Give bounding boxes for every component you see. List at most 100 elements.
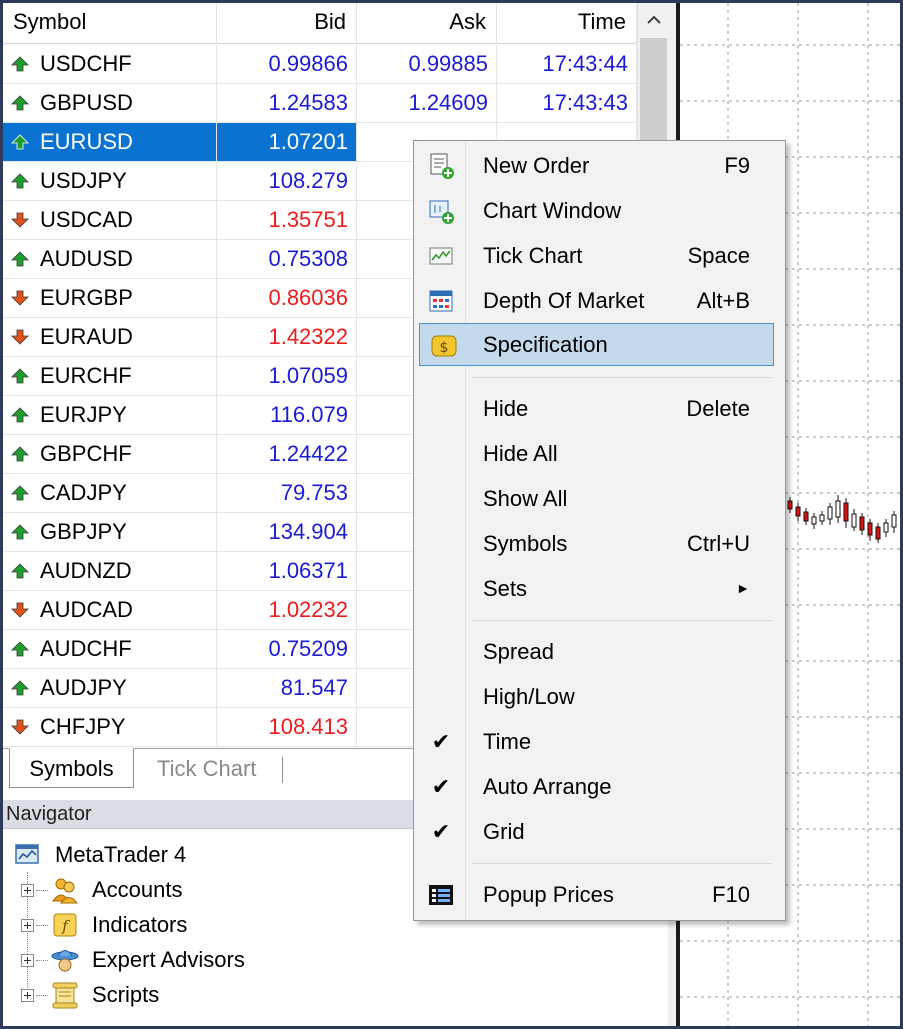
- bid-cell: 0.86036: [217, 279, 357, 317]
- symbol-name: CADJPY: [40, 480, 127, 505]
- menu-item-shortcut: Alt+B: [696, 288, 750, 313]
- navigator-item-scripts[interactable]: Scripts: [21, 979, 159, 1011]
- svg-text:$: $: [440, 340, 449, 356]
- menu-item-high-low[interactable]: High/Low: [417, 675, 774, 718]
- menu-item-hide-all[interactable]: Hide All: [417, 432, 774, 475]
- arrow-down-icon: [11, 212, 29, 228]
- symbol-name: GBPUSD: [40, 90, 133, 115]
- expert-advisors-icon: [51, 950, 79, 972]
- menu-item-label: Depth Of Market: [483, 288, 645, 313]
- menu-item-shortcut: F10: [712, 882, 750, 907]
- symbol-cell[interactable]: GBPJPY: [3, 513, 217, 551]
- symbol-name: AUDUSD: [40, 246, 133, 271]
- menu-separator: [472, 377, 772, 378]
- navigator-item-accounts[interactable]: Accounts: [21, 874, 183, 906]
- symbol-cell[interactable]: GBPCHF: [3, 435, 217, 473]
- scroll-up-arrow-icon[interactable]: [638, 3, 669, 36]
- expand-icon[interactable]: [21, 883, 34, 897]
- symbol-cell[interactable]: GBPUSD: [3, 84, 217, 122]
- expand-icon[interactable]: [21, 918, 34, 932]
- symbol-name: AUDJPY: [40, 675, 127, 700]
- navigator-item-expert-advisors[interactable]: Expert Advisors: [21, 944, 245, 976]
- menu-item-chart-window[interactable]: Chart Window: [417, 189, 774, 232]
- accounts-icon: [52, 878, 78, 904]
- table-row[interactable]: GBPUSD 1.24583 1.24609 17:43:43: [3, 84, 637, 123]
- symbol-cell[interactable]: EURCHF: [3, 357, 217, 395]
- column-header-symbol[interactable]: Symbol: [3, 3, 217, 44]
- table-row[interactable]: USDCHF 0.99866 0.99885 17:43:44: [3, 45, 637, 84]
- symbol-name: EURCHF: [40, 363, 132, 388]
- arrow-up-icon: [11, 368, 29, 384]
- symbol-cell[interactable]: CADJPY: [3, 474, 217, 512]
- tab-symbols[interactable]: Symbols: [9, 748, 134, 788]
- navigator-root[interactable]: MetaTrader 4: [13, 840, 186, 870]
- bid-cell: 0.99866: [217, 45, 357, 83]
- menu-item-specification[interactable]: $ Specification: [419, 323, 774, 366]
- menu-item-label: Sets: [483, 576, 528, 601]
- bid-cell: 1.24583: [217, 84, 357, 122]
- arrow-up-icon: [11, 407, 29, 423]
- menu-item-label: Show All: [483, 486, 568, 511]
- arrow-down-icon: [11, 719, 29, 735]
- expand-icon[interactable]: [21, 953, 34, 967]
- symbol-cell[interactable]: USDCAD: [3, 201, 217, 239]
- symbol-cell[interactable]: USDCHF: [3, 45, 217, 83]
- bid-cell: 1.35751: [217, 201, 357, 239]
- symbol-name: EURGBP: [40, 285, 133, 310]
- menu-item-grid[interactable]: ✔ Grid: [417, 810, 774, 853]
- tab-tick-chart[interactable]: Tick Chart: [143, 757, 283, 783]
- navigator-item-indicators[interactable]: f Indicators: [21, 909, 187, 941]
- market-watch-header: Symbol Bid Ask Time: [3, 3, 637, 44]
- menu-item-new-order[interactable]: New Order F9: [417, 144, 774, 187]
- menu-item-label: Grid: [483, 819, 525, 844]
- bid-cell: 1.24422: [217, 435, 357, 473]
- menu-item-sets[interactable]: Sets ►: [417, 567, 774, 610]
- symbol-cell[interactable]: EURAUD: [3, 318, 217, 356]
- column-header-time[interactable]: Time: [497, 3, 637, 44]
- bid-cell: 134.904: [217, 513, 357, 551]
- symbol-cell[interactable]: AUDJPY: [3, 669, 217, 707]
- menu-item-tick-chart[interactable]: Tick Chart Space: [417, 234, 774, 277]
- symbol-cell[interactable]: AUDCAD: [3, 591, 217, 629]
- bid-cell: 81.547: [217, 669, 357, 707]
- menu-item-auto-arrange[interactable]: ✔ Auto Arrange: [417, 765, 774, 808]
- symbol-cell[interactable]: AUDCHF: [3, 630, 217, 668]
- menu-item-shortcut: Ctrl+U: [687, 531, 750, 556]
- symbol-cell[interactable]: CHFJPY: [3, 708, 217, 746]
- symbol-cell[interactable]: AUDUSD: [3, 240, 217, 278]
- symbol-cell[interactable]: EURJPY: [3, 396, 217, 434]
- arrow-up-icon: [11, 446, 29, 462]
- symbol-name: GBPJPY: [40, 519, 127, 544]
- menu-item-depth-of-market[interactable]: Depth Of Market Alt+B: [417, 279, 774, 322]
- bid-cell: 0.75308: [217, 240, 357, 278]
- symbol-cell[interactable]: AUDNZD: [3, 552, 217, 590]
- column-header-ask[interactable]: Ask: [357, 3, 497, 44]
- bid-cell: 1.07059: [217, 357, 357, 395]
- column-header-bid[interactable]: Bid: [217, 3, 357, 44]
- arrow-up-icon: [11, 563, 29, 579]
- bid-cell: 1.02232: [217, 591, 357, 629]
- symbol-cell[interactable]: EURGBP: [3, 279, 217, 317]
- arrow-up-icon: [11, 56, 29, 72]
- symbol-cell[interactable]: EURUSD: [3, 123, 217, 161]
- symbol-name: EURJPY: [40, 402, 127, 427]
- expand-icon[interactable]: [21, 988, 34, 1002]
- menu-item-symbols[interactable]: Symbols Ctrl+U: [417, 522, 774, 565]
- symbol-name: EURAUD: [40, 324, 133, 349]
- symbol-name: USDJPY: [40, 168, 127, 193]
- terminal-window: Symbol Bid Ask Time USDCHF 0.99866 0.99885…: [3, 3, 900, 1026]
- menu-item-popup-prices[interactable]: Popup Prices F10: [417, 873, 774, 916]
- time-cell: 17:43:43: [497, 84, 637, 122]
- submenu-arrow-icon: ►: [736, 580, 750, 596]
- bid-cell: 79.753: [217, 474, 357, 512]
- menu-item-spread[interactable]: Spread: [417, 630, 774, 673]
- arrow-up-icon: [11, 95, 29, 111]
- menu-item-show-all[interactable]: Show All: [417, 477, 774, 520]
- symbol-name: USDCAD: [40, 207, 133, 232]
- symbol-name: EURUSD: [40, 129, 133, 154]
- menu-item-hide[interactable]: Hide Delete: [417, 387, 774, 430]
- arrow-up-icon: [11, 680, 29, 696]
- navigator-item-label: Scripts: [92, 982, 160, 1007]
- symbol-cell[interactable]: USDJPY: [3, 162, 217, 200]
- menu-item-time[interactable]: ✔ Time: [417, 720, 774, 763]
